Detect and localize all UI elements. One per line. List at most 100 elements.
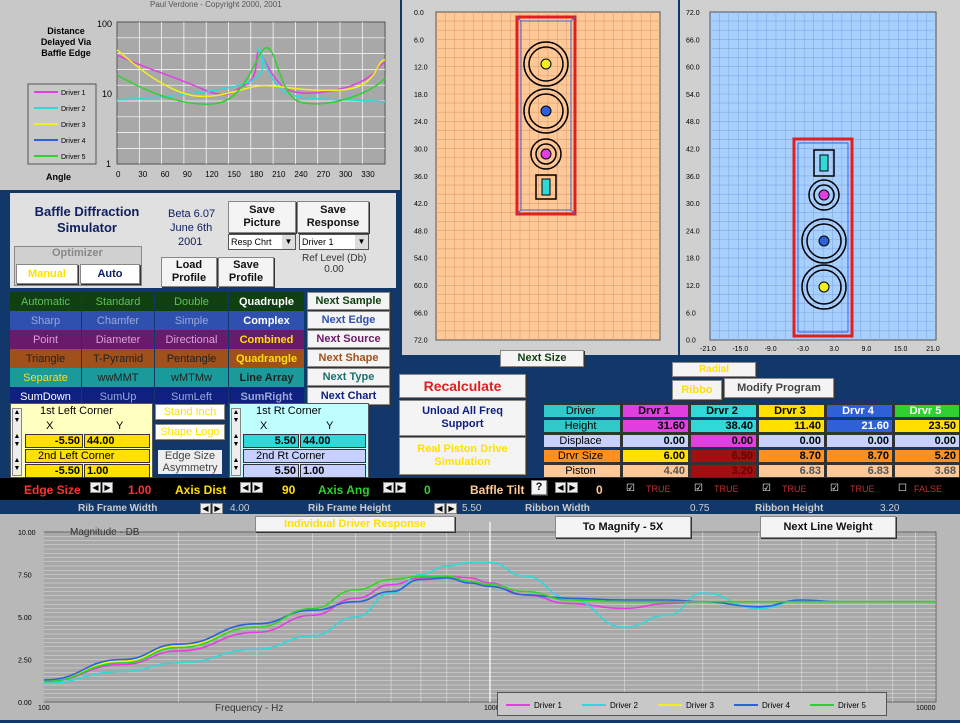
stand-inch-button[interactable]: Stand Inch bbox=[155, 404, 225, 420]
mode-simple[interactable]: Simple bbox=[155, 311, 228, 330]
mode-combined[interactable]: Combined bbox=[229, 330, 304, 349]
auto-button[interactable]: Auto bbox=[80, 264, 140, 284]
driver-table-size-2[interactable]: 6.50 bbox=[690, 449, 757, 463]
baffle-tilt-spin[interactable]: ◀ ▶ bbox=[555, 481, 578, 493]
mode-wwmmt[interactable]: wwMMT bbox=[82, 368, 154, 387]
right-corner-1-x[interactable]: 5.50 bbox=[243, 434, 299, 448]
rear-ytick: 18.0 bbox=[686, 256, 700, 263]
next-button-3[interactable]: Next Shape bbox=[307, 349, 390, 367]
version-text: Beta 6.07 bbox=[168, 208, 216, 220]
next-size-button[interactable]: Next Size bbox=[500, 350, 584, 367]
driver-table-piston-4[interactable]: 6.83 bbox=[826, 464, 893, 478]
mode-diameter[interactable]: Diameter bbox=[82, 330, 154, 349]
checkbox-4[interactable]: ☑ bbox=[830, 483, 839, 494]
resp-chart-select[interactable]: Resp Chrt ▼ bbox=[228, 234, 296, 250]
left-corner-2-y[interactable]: 1.00 bbox=[84, 464, 150, 478]
driver-table-displace-3[interactable]: 0.00 bbox=[758, 434, 825, 448]
delay-chart-panel: Paul Verdone - Copyright 2000, 2001 Dist… bbox=[0, 0, 400, 190]
mode-point[interactable]: Point bbox=[10, 330, 81, 349]
radial-button[interactable]: Radial bbox=[672, 362, 756, 377]
left-corner-1-x[interactable]: -5.50 bbox=[25, 434, 83, 448]
driver-table-size-4[interactable]: 8.70 bbox=[826, 449, 893, 463]
mode-separate[interactable]: Separate bbox=[10, 368, 81, 387]
driver-table-size-3[interactable]: 8.70 bbox=[758, 449, 825, 463]
individual-response-button[interactable]: Individual Driver Response bbox=[255, 516, 455, 532]
driver-table-piston-5[interactable]: 3.68 bbox=[894, 464, 960, 478]
right-corner-2-y[interactable]: 1.00 bbox=[300, 464, 366, 478]
left-spinners[interactable]: ▲ ▼ ▲ ▼ ▲ ▼ bbox=[12, 408, 22, 476]
axis-ang-spin[interactable]: ◀ ▶ bbox=[383, 481, 406, 493]
driver-table-height-2[interactable]: 38.40 bbox=[690, 419, 757, 433]
driver-table-height-1[interactable]: 31.60 bbox=[622, 419, 689, 433]
driver-table-size-1[interactable]: 6.00 bbox=[622, 449, 689, 463]
next-button-0[interactable]: Next Sample bbox=[307, 292, 390, 310]
next-button-4[interactable]: Next Type bbox=[307, 368, 390, 386]
mode-standard[interactable]: Standard bbox=[82, 292, 154, 311]
help-button[interactable]: ? bbox=[531, 480, 547, 495]
rear-driver-1[interactable] bbox=[808, 179, 840, 211]
driver-select[interactable]: Driver 1 ▼ bbox=[299, 234, 369, 250]
right-corner-1-y[interactable]: 44.00 bbox=[300, 434, 366, 448]
recalculate-button[interactable]: Recalculate bbox=[399, 374, 526, 398]
driver-table-headers-3[interactable]: Drvr 3 bbox=[758, 404, 825, 418]
driver-table-displace-5[interactable]: 0.00 bbox=[894, 434, 960, 448]
ref-level-value[interactable]: 0.00 bbox=[302, 264, 366, 278]
mode-quadruple[interactable]: Quadruple bbox=[229, 292, 304, 311]
mode-pentangle[interactable]: Pentangle bbox=[155, 349, 228, 368]
rear-xtick: -9.0 bbox=[765, 346, 777, 353]
mode-wmtmw[interactable]: wMTMw bbox=[155, 368, 228, 387]
driver-table-height-4[interactable]: 21.60 bbox=[826, 419, 893, 433]
rib-height-spin[interactable]: ◀ ▶ bbox=[434, 502, 457, 514]
driver-table-size-5[interactable]: 5.20 bbox=[894, 449, 960, 463]
manual-button[interactable]: Manual bbox=[16, 264, 78, 284]
load-profile-button[interactable]: Load Profile bbox=[161, 257, 217, 287]
driver-table-headers-2[interactable]: Drvr 2 bbox=[690, 404, 757, 418]
driver-table-piston-3[interactable]: 6.83 bbox=[758, 464, 825, 478]
next-button-1[interactable]: Next Edge bbox=[307, 311, 390, 329]
real-piston-button[interactable]: Real Piston Drive Simulation bbox=[399, 437, 526, 475]
magnify-button[interactable]: To Magnify - 5X bbox=[555, 516, 691, 538]
axis-dist-spin[interactable]: ◀ ▶ bbox=[240, 481, 263, 493]
driver-table-piston-1[interactable]: 4.40 bbox=[622, 464, 689, 478]
mode-triangle[interactable]: Triangle bbox=[10, 349, 81, 368]
right-spinners[interactable]: ▲ ▼ ▲ ▼ ▲ ▼ bbox=[231, 408, 241, 476]
front-ytick: 42.0 bbox=[414, 201, 428, 208]
mode-complex[interactable]: Complex bbox=[229, 311, 304, 330]
checkbox-1[interactable]: ☑ bbox=[626, 483, 635, 494]
mode-sharp[interactable]: Sharp bbox=[10, 311, 81, 330]
mode-automatic[interactable]: Automatic bbox=[10, 292, 81, 311]
driver-table-headers-1[interactable]: Drvr 1 bbox=[622, 404, 689, 418]
ribbon-button[interactable]: Ribbo bbox=[672, 380, 722, 400]
mode-quadrangle[interactable]: Quadrangle bbox=[229, 349, 304, 368]
next-button-2[interactable]: Next Source bbox=[307, 330, 390, 348]
driver-table-headers-4[interactable]: Drvr 4 bbox=[826, 404, 893, 418]
checkbox-3[interactable]: ☑ bbox=[762, 483, 771, 494]
mode-directional[interactable]: Directional bbox=[155, 330, 228, 349]
shape-logo-button[interactable]: Shape Logo bbox=[155, 424, 225, 440]
mode-line-array[interactable]: Line Array bbox=[229, 368, 304, 387]
mode-t-pyramid[interactable]: T-Pyramid bbox=[82, 349, 154, 368]
mode-double[interactable]: Double bbox=[155, 292, 228, 311]
save-picture-button[interactable]: Save Picture bbox=[228, 201, 296, 233]
driver-table-height-3[interactable]: 11.40 bbox=[758, 419, 825, 433]
save-profile-button[interactable]: Save Profile bbox=[218, 257, 274, 287]
unload-freq-button[interactable]: Unload All Freq Support bbox=[399, 400, 526, 436]
save-response-button[interactable]: Save Response bbox=[297, 201, 369, 233]
modify-program-button[interactable]: Modify Program bbox=[724, 378, 834, 398]
edge-size-spin[interactable]: ◀ ▶ bbox=[90, 481, 113, 493]
driver-table-height-5[interactable]: 23.50 bbox=[894, 419, 960, 433]
checkbox-5[interactable]: ☐ bbox=[898, 483, 907, 494]
next-line-weight-button[interactable]: Next Line Weight bbox=[760, 516, 896, 538]
driver-table-displace-4[interactable]: 0.00 bbox=[826, 434, 893, 448]
right-corner-2-x[interactable]: 5.50 bbox=[243, 464, 299, 478]
checkbox-2[interactable]: ☑ bbox=[694, 483, 703, 494]
driver-table-displace-2[interactable]: 0.00 bbox=[690, 434, 757, 448]
left-corner-2-x[interactable]: -5.50 bbox=[25, 464, 83, 478]
driver-table-piston-2[interactable]: 3.20 bbox=[690, 464, 757, 478]
driver-table-displace-1[interactable]: 0.00 bbox=[622, 434, 689, 448]
left-corner-1-y[interactable]: 44.00 bbox=[84, 434, 150, 448]
driver-table-headers-5[interactable]: Drvr 5 bbox=[894, 404, 960, 418]
rib-width-spin[interactable]: ◀ ▶ bbox=[200, 502, 223, 514]
front-driver-1[interactable] bbox=[530, 138, 562, 170]
mode-chamfer[interactable]: Chamfer bbox=[82, 311, 154, 330]
